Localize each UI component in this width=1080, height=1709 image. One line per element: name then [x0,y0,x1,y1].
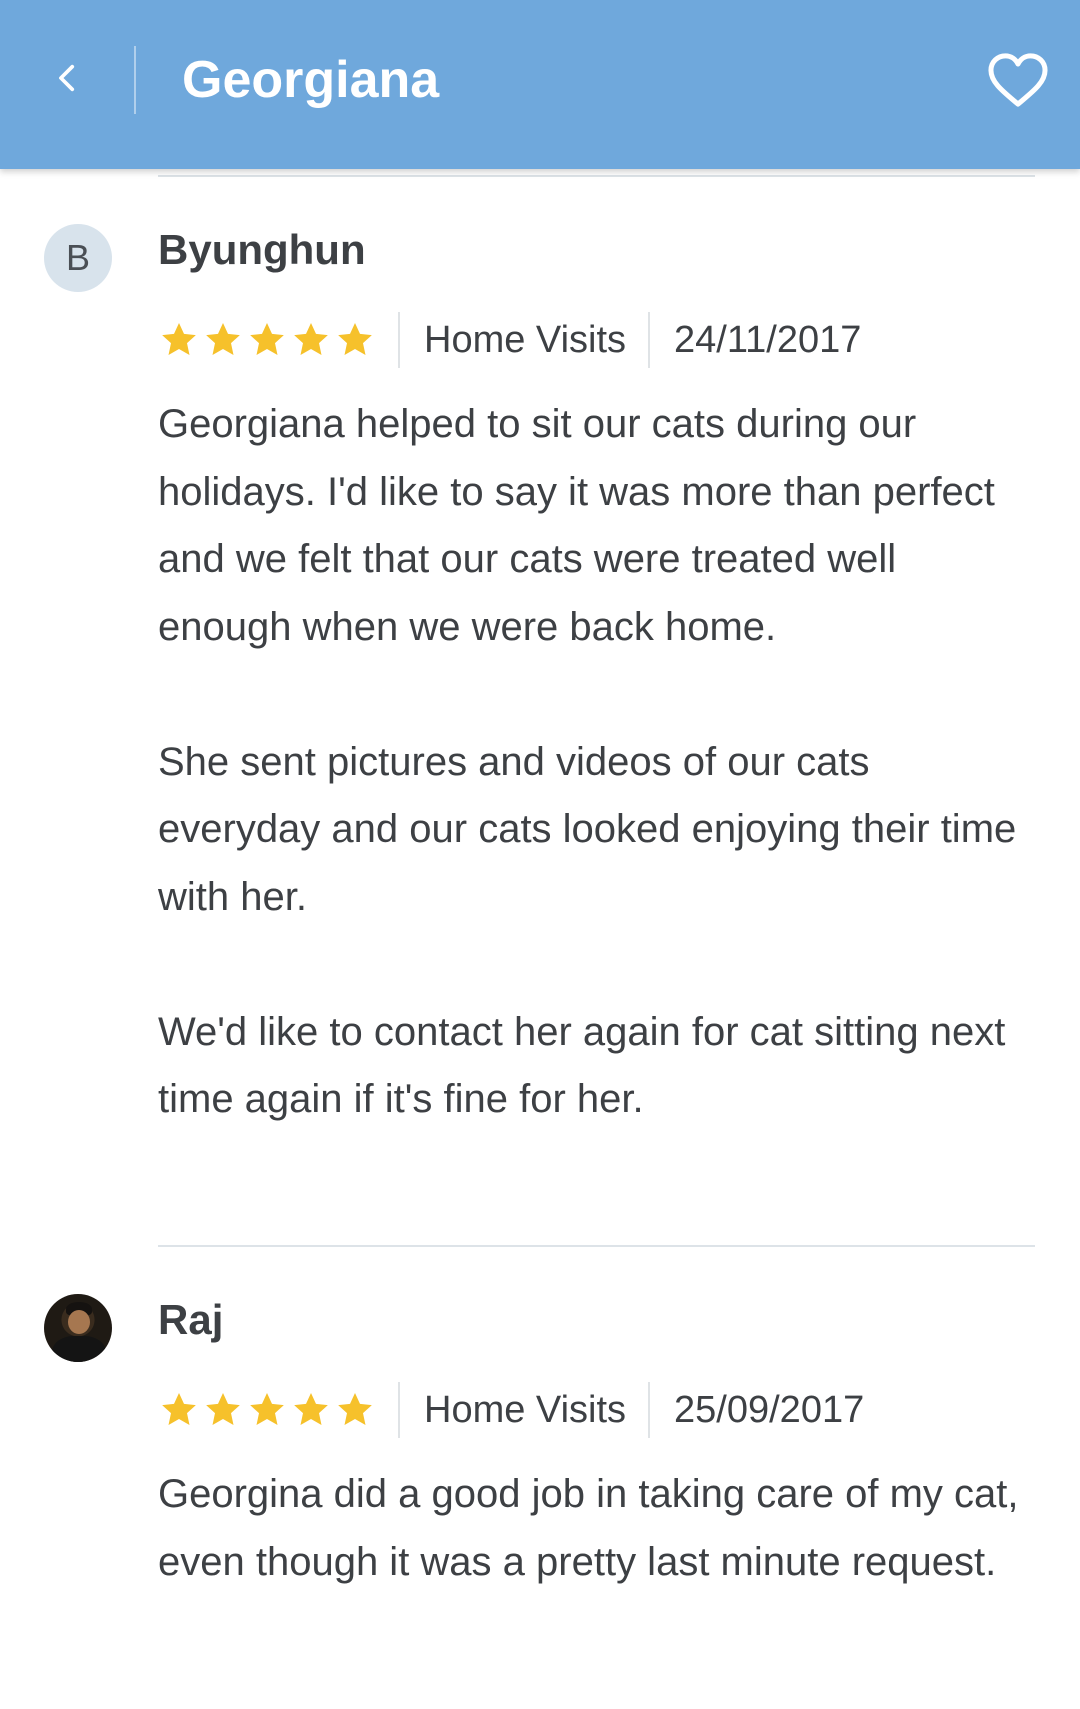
star-icon [334,1390,376,1430]
favorite-button[interactable] [982,46,1054,114]
review-meta: Home Visits 24/11/2017 [158,312,861,368]
review-paragraph: Georgiana helped to sit our cats during … [158,402,995,649]
avatar-initial: B [65,237,90,278]
header-divider [134,46,136,114]
review-paragraph: Georgina did a good job in taking care o… [158,1472,1019,1584]
star-icon [202,1390,244,1430]
star-icon [202,320,244,360]
avatar [44,1294,112,1362]
star-icon [158,320,200,360]
star-icon [290,320,332,360]
star-icon [246,320,288,360]
review-divider [158,1245,1035,1247]
heart-outline-icon [988,53,1048,107]
star-icon [334,320,376,360]
app-bar: Georgiana [0,0,1080,169]
review-paragraph: We'd like to contact her again for cat s… [158,1009,1006,1122]
star-icon [246,1390,288,1430]
reviewer-name: Byunghun [158,226,366,273]
star-rating [158,320,398,360]
review-paragraph: She sent pictures and videos of our cats… [158,739,1017,919]
reviewer-name: Raj [158,1296,224,1343]
service-type: Home Visits [424,319,627,361]
review-date: 25/09/2017 [674,1389,865,1431]
back-button[interactable] [36,46,100,110]
review-text: Georgiana helped to sit our cats during … [158,391,1038,1134]
chevron-left-icon [59,64,75,92]
avatar: B [44,224,112,292]
star-icon [158,1390,200,1430]
review-text: Georgina did a good job in taking care o… [158,1461,1038,1596]
review-meta: Home Visits 25/09/2017 [158,1382,864,1438]
service-type: Home Visits [424,1389,627,1431]
page-title: Georgiana [182,51,440,109]
star-rating [158,1390,398,1430]
star-icon [290,1390,332,1430]
review-divider [158,175,1035,177]
review-date: 24/11/2017 [674,319,862,361]
